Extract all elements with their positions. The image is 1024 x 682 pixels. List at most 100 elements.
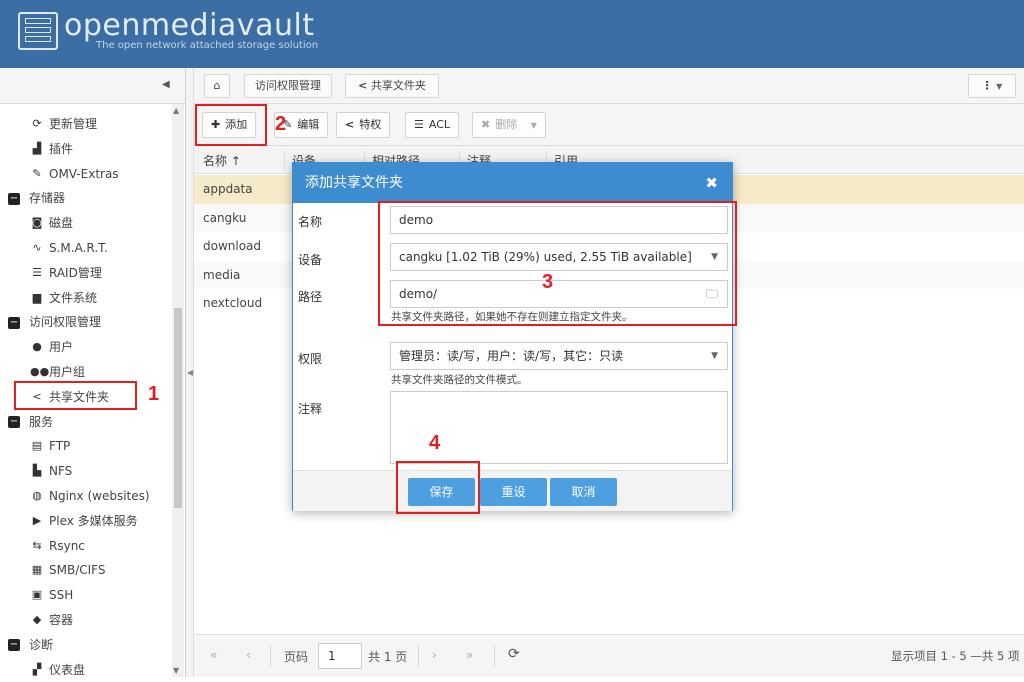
- column-name[interactable]: 名称 ↑: [203, 152, 241, 169]
- nfs-icon: ▙: [32, 464, 42, 478]
- last-page-icon[interactable]: »: [466, 648, 473, 662]
- sidebar-group-storage[interactable]: − 存储器: [0, 186, 172, 211]
- annotation-number-3: 3: [542, 271, 554, 293]
- device-label: 设备: [298, 253, 323, 267]
- annotation-box-shared-folders: [14, 381, 137, 410]
- sidebar-item-rsync[interactable]: ⇆ Rsync: [0, 534, 172, 559]
- sidebar-item-plex[interactable]: ▶ Plex 多媒体服务: [0, 509, 172, 534]
- puzzle-icon: ▟: [32, 141, 42, 155]
- prev-page-icon[interactable]: ‹: [246, 648, 251, 662]
- name-label: 名称: [298, 215, 323, 229]
- sidebar-item-containers[interactable]: ◆ 容器: [0, 608, 172, 633]
- annotation-number-4: 4: [429, 432, 441, 454]
- display-info: 显示项目 1 - 5 —共 5 项: [891, 649, 1020, 663]
- sidebar: ◀ ⟳ 更新管理 ▟ 插件 ✎ OMV-Extras − 存储器 ◙ 磁盘 ∿ S.M.A.…: [0, 68, 186, 677]
- breadcrumb-shared-folders-button[interactable]: < 共享文件夹: [345, 74, 439, 98]
- windows-icon: ▦: [31, 563, 43, 577]
- scroll-down-icon[interactable]: ▼: [173, 666, 179, 675]
- logo-subtitle: The open network attached storage soluti…: [96, 40, 319, 51]
- delete-button[interactable]: ✖ 删除 ▼: [472, 112, 546, 138]
- terminal-icon: ▣: [31, 588, 43, 602]
- annotation-box-save: [396, 461, 480, 514]
- sidebar-item-ssh[interactable]: ▣ SSH: [0, 583, 172, 608]
- minus-square-icon: −: [8, 192, 20, 205]
- cancel-button[interactable]: 取消: [550, 478, 617, 506]
- globe-icon: ◍: [32, 488, 42, 502]
- sidebar-group-access[interactable]: − 访问权限管理: [0, 310, 172, 335]
- sidebar-group-services[interactable]: − 服务: [0, 410, 172, 435]
- annotation-box-add: [195, 104, 267, 146]
- sidebar-item-nfs[interactable]: ▙ NFS: [0, 459, 172, 484]
- sidebar-item-users[interactable]: ● 用户: [0, 335, 172, 360]
- sidebar-item-omv-extras[interactable]: ✎ OMV-Extras: [0, 162, 172, 187]
- sort-up-icon: ↑: [230, 154, 241, 168]
- refresh-icon: ⟳: [32, 117, 42, 130]
- sidebar-group-diagnostics[interactable]: − 诊断: [0, 633, 172, 658]
- sidebar-scrollbar[interactable]: ▲ ▼: [172, 104, 184, 677]
- user-icon: ●: [32, 340, 42, 354]
- tools-icon: ✎: [32, 166, 42, 180]
- permissions-select[interactable]: 管理员：读/写，用户：读/写，其它：只读 ▼: [390, 342, 728, 370]
- sidebar-item-filesystems[interactable]: ▆ 文件系统: [0, 286, 172, 311]
- pagination-bar: « ‹ 页码 1 共 1 页 › » ⟳ 显示项目 1 - 5 —共 5 项: [194, 634, 1024, 677]
- minus-square-icon: −: [8, 316, 20, 329]
- page-count: 共 1 页: [368, 650, 408, 664]
- sidebar-item-smart[interactable]: ∿ S.M.A.R.T.: [0, 236, 172, 261]
- raid-icon: ☰: [32, 265, 42, 279]
- annotation-number-1: 1: [148, 383, 160, 405]
- collapse-left-icon[interactable]: ◀: [162, 79, 170, 90]
- acl-button[interactable]: ☰ ACL: [405, 112, 460, 138]
- pulse-icon: ∿: [32, 240, 42, 254]
- sidebar-item-disks[interactable]: ◙ 磁盘: [0, 211, 172, 236]
- sidebar-item-raid[interactable]: ☰ RAID管理: [0, 261, 172, 286]
- top-header: openmediavault The open network attached…: [0, 0, 1024, 68]
- rsync-icon: ⇆: [32, 538, 42, 552]
- scrollbar-thumb[interactable]: [174, 308, 182, 508]
- sidebar-item-update[interactable]: ⟳ 更新管理: [0, 112, 172, 137]
- home-button[interactable]: ⌂: [204, 74, 230, 98]
- first-page-icon[interactable]: «: [210, 648, 217, 662]
- dialog-title: 添加共享文件夹: [305, 175, 403, 191]
- sidebar-item-nginx[interactable]: ◍ Nginx (websites): [0, 484, 172, 509]
- home-icon: ⌂: [213, 79, 221, 92]
- next-page-icon[interactable]: ›: [432, 648, 437, 662]
- path-label: 路径: [298, 290, 323, 304]
- annotation-box-fields: [378, 201, 737, 326]
- close-icon[interactable]: ✖: [705, 163, 718, 203]
- panel-splitter[interactable]: ◀: [186, 68, 194, 677]
- logo-icon: [18, 12, 58, 50]
- privileges-button[interactable]: < 特权: [336, 112, 391, 138]
- dialog-header: 添加共享文件夹 ✖: [293, 163, 732, 203]
- refresh-icon[interactable]: ⟳: [508, 646, 520, 662]
- page-number-input[interactable]: 1: [318, 643, 362, 669]
- sidebar-item-ftp[interactable]: ▤ FTP: [0, 434, 172, 459]
- annotation-number-2: 2: [275, 113, 287, 135]
- logo-title: openmediavault: [64, 8, 315, 43]
- share-icon: <: [358, 79, 368, 92]
- more-options-button[interactable]: ⋮ ▼: [968, 74, 1016, 98]
- disk-icon: ◙: [31, 216, 43, 230]
- chevron-down-icon: ▼: [530, 121, 537, 130]
- reset-button[interactable]: 重设: [480, 478, 547, 506]
- sidebar-item-smb[interactable]: ▦ SMB/CIFS: [0, 558, 172, 583]
- scroll-up-icon[interactable]: ▲: [173, 106, 179, 115]
- close-icon: ✖: [481, 118, 491, 131]
- minus-square-icon: −: [8, 639, 20, 652]
- minus-square-icon: −: [8, 415, 20, 428]
- page-label: 页码: [284, 650, 309, 664]
- list-icon: ☰: [414, 118, 424, 131]
- chevron-down-icon: ▼: [996, 82, 1003, 91]
- folder-icon: ▆: [32, 290, 42, 304]
- breadcrumb-access-button[interactable]: 访问权限管理: [244, 74, 332, 98]
- sidebar-item-plugins[interactable]: ▟ 插件: [0, 137, 172, 162]
- ftp-icon: ▤: [31, 439, 43, 453]
- docker-icon: ◆: [32, 612, 42, 626]
- toolbar: ✚ 添加 ✎ 编辑 < 特权 ☰ ACL ✖ 删除 ▼: [194, 104, 1024, 146]
- comment-textarea[interactable]: [390, 391, 728, 464]
- collapse-arrow-icon[interactable]: ◀: [187, 368, 193, 377]
- chevron-down-icon: ▼: [711, 351, 718, 361]
- breadcrumb: ⌂ 访问权限管理 < 共享文件夹 ⋮ ▼: [194, 68, 1024, 104]
- kebab-menu-icon: ⋮: [981, 79, 993, 92]
- sidebar-item-dashboard[interactable]: ▞ 仪表盘: [0, 658, 172, 682]
- share-icon: <: [345, 118, 355, 131]
